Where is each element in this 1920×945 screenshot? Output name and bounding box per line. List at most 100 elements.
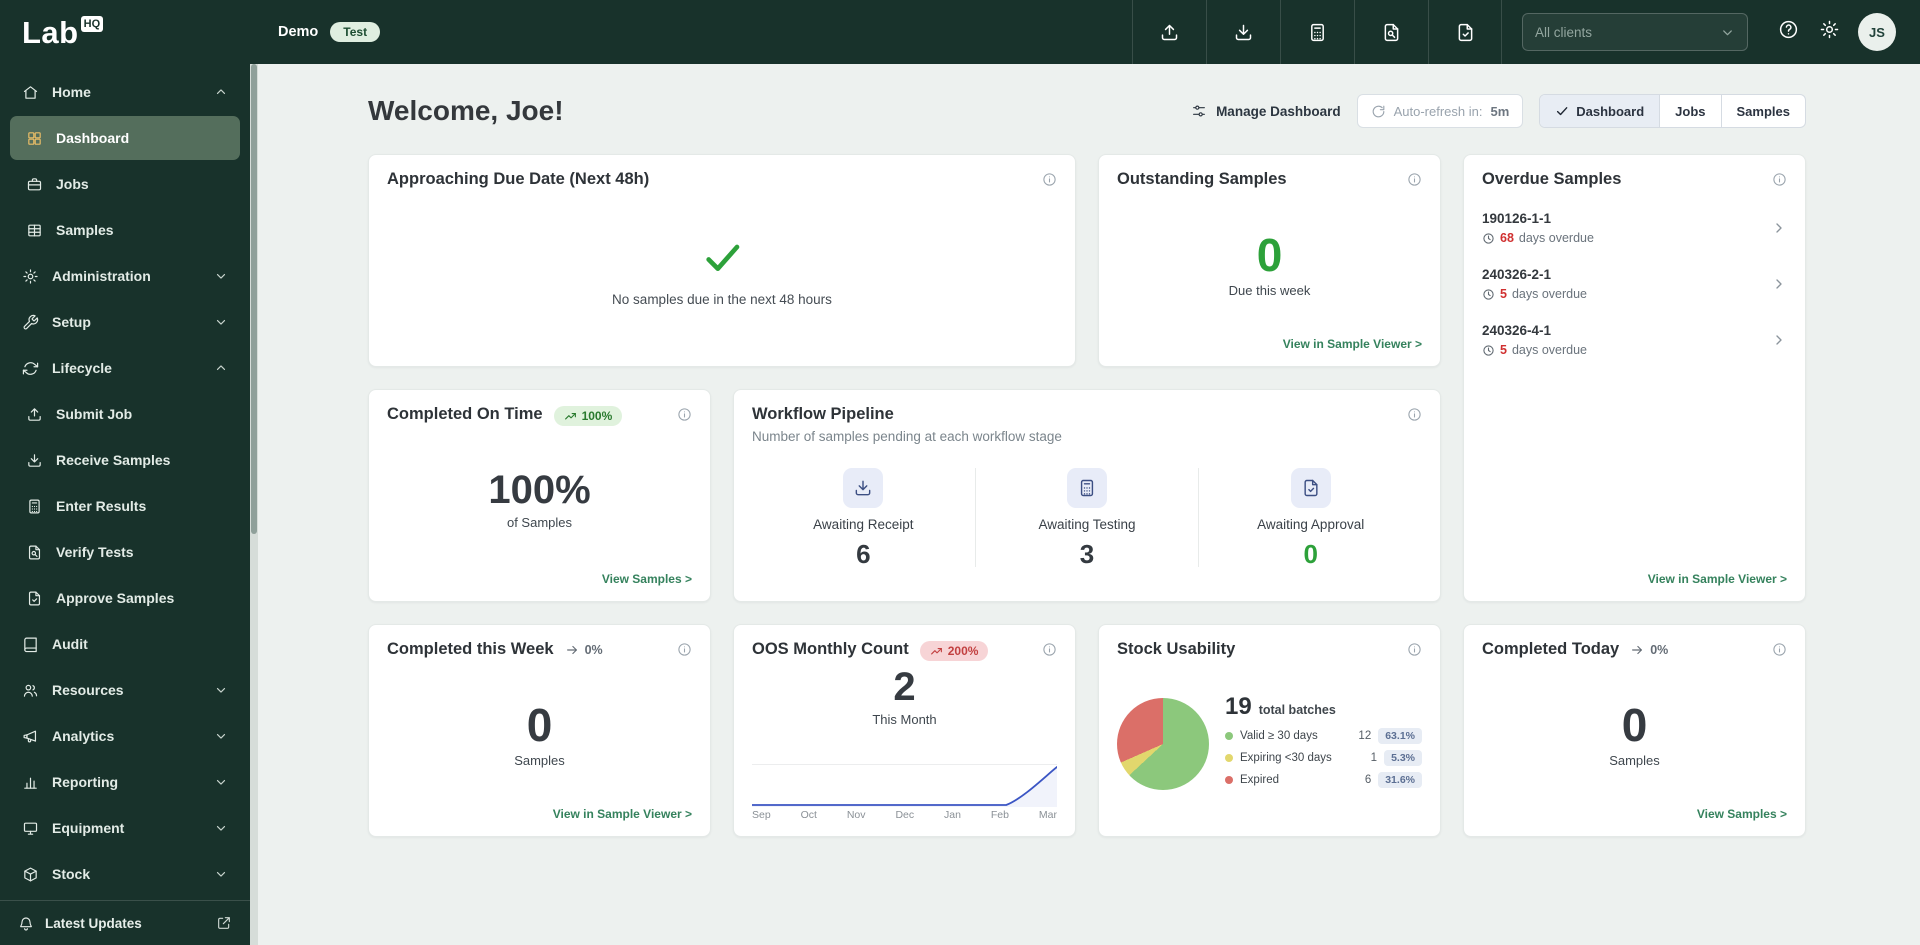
oos-line-chart: Sep Oct Nov Dec Jan Feb Mar: [752, 764, 1057, 821]
sidebar-item-stock[interactable]: Stock: [10, 852, 240, 896]
client-filter-select[interactable]: All clients: [1522, 13, 1748, 51]
sidebar-item-home[interactable]: Home: [10, 70, 240, 114]
info-icon[interactable]: [1407, 642, 1422, 662]
clock-icon: [1482, 344, 1495, 357]
info-icon[interactable]: [1772, 642, 1787, 662]
tab-dashboard[interactable]: Dashboard: [1540, 95, 1660, 127]
sidebar-item-administration[interactable]: Administration: [10, 254, 240, 298]
sidebar-item-label: Jobs: [56, 176, 89, 192]
sidebar-item-audit[interactable]: Audit: [10, 622, 240, 666]
scrollbar-thumb[interactable]: [251, 64, 257, 534]
sidebar-item-analytics[interactable]: Analytics: [10, 714, 240, 758]
dashboard-icon: [26, 130, 43, 147]
chevron-down-icon: [214, 269, 228, 283]
overdue-sample-row[interactable]: 190126-1-1 68 days overdue: [1482, 200, 1787, 256]
sidebar-item-latest-updates[interactable]: Latest Updates: [0, 900, 250, 945]
card-completed-on-time: Completed On Time 100% 100% of Samples V…: [368, 389, 711, 602]
sidebar-item-resources[interactable]: Resources: [10, 668, 240, 712]
receive-samples-icon: [1233, 22, 1254, 43]
info-icon[interactable]: [1042, 642, 1057, 662]
legend-color-dot: [1225, 754, 1233, 762]
sidebar-item-setup[interactable]: Setup: [10, 300, 240, 344]
sidebar-item-approve-samples[interactable]: Approve Samples: [10, 576, 240, 620]
sidebar-item-label: Samples: [56, 222, 114, 238]
sidebar-item-verify-tests[interactable]: Verify Tests: [10, 530, 240, 574]
help-icon[interactable]: [1778, 19, 1799, 45]
sidebar-item-label: Receive Samples: [56, 452, 171, 468]
sidebar-item-label: Verify Tests: [56, 544, 134, 560]
auto-refresh-control[interactable]: Auto-refresh in: 5m: [1356, 94, 1524, 128]
settings-gear-icon[interactable]: [1819, 19, 1840, 45]
tab-jobs[interactable]: Jobs: [1659, 95, 1720, 127]
info-icon[interactable]: [1042, 172, 1057, 192]
view-samples-link[interactable]: View Samples >: [602, 572, 692, 586]
manage-dashboard-button[interactable]: Manage Dashboard: [1191, 103, 1341, 119]
info-icon[interactable]: [677, 407, 692, 427]
jobs-icon: [26, 176, 43, 193]
chevron-down-icon: [214, 775, 228, 789]
chevron-down-icon: [214, 683, 228, 697]
view-in-sample-viewer-link[interactable]: View in Sample Viewer >: [553, 807, 692, 821]
tab-label: Jobs: [1675, 103, 1706, 119]
view-in-sample-viewer-link[interactable]: View in Sample Viewer >: [1648, 572, 1787, 586]
overdue-days-label: days overdue: [1518, 231, 1594, 245]
card-oos-monthly-count: OOS Monthly Count 200% 2 This Month Sep …: [733, 624, 1076, 837]
x-tick-label: Nov: [846, 809, 866, 821]
overdue-sample-row[interactable]: 240326-2-1 5 days overdue: [1482, 256, 1787, 312]
card-title: Completed Today: [1482, 640, 1620, 658]
avatar[interactable]: JS: [1858, 13, 1896, 51]
legend-pct-badge: 5.3%: [1384, 750, 1422, 766]
stock-legend: Valid ≥ 30 days 12 63.1% Expiring <30 days 1…: [1225, 728, 1422, 788]
sidebar-item-dashboard[interactable]: Dashboard: [10, 116, 240, 160]
receive-samples-button[interactable]: [1206, 0, 1280, 64]
sidebar-nav: Home Dashboard Jobs Samples Administration Se…: [0, 64, 250, 900]
sidebar-item-equipment[interactable]: Equipment: [10, 806, 240, 850]
approve-samples-button[interactable]: [1428, 0, 1502, 64]
pipeline-stage: Awaiting Approval 0: [1198, 467, 1422, 567]
logo[interactable]: Lab HQ: [0, 0, 250, 64]
card-overdue-samples: Overdue Samples 190126-1-1 68 days overdue…: [1463, 154, 1806, 602]
tab-samples[interactable]: Samples: [1720, 95, 1805, 127]
overdue-sample-row[interactable]: 240326-4-1 5 days overdue: [1482, 312, 1787, 368]
sidebar-item-label: Audit: [52, 636, 88, 652]
dashboard-grid: Approaching Due Date (Next 48h) No sampl…: [368, 154, 1806, 837]
info-icon[interactable]: [1407, 407, 1422, 427]
badge-value: 0%: [1650, 643, 1669, 657]
sidebar-item-samples[interactable]: Samples: [10, 208, 240, 252]
overdue-days: 5: [1500, 287, 1507, 301]
sidebar-item-submit-job[interactable]: Submit Job: [10, 392, 240, 436]
approve-samples-icon: [1290, 467, 1331, 508]
sidebar-item-enter-results[interactable]: Enter Results: [10, 484, 240, 528]
card-title: Completed this Week: [387, 640, 554, 658]
view-in-sample-viewer-link[interactable]: View in Sample Viewer >: [1283, 337, 1422, 351]
resources-icon: [22, 682, 39, 699]
latest-updates-label: Latest Updates: [45, 915, 142, 931]
view-samples-link[interactable]: View Samples >: [1697, 807, 1787, 821]
view-tabs: Dashboard Jobs Samples: [1539, 94, 1806, 128]
outstanding-subtitle: Due this week: [1228, 283, 1311, 299]
sidebar-item-receive-samples[interactable]: Receive Samples: [10, 438, 240, 482]
tab-label: Dashboard: [1576, 103, 1645, 119]
legend-color-dot: [1225, 776, 1233, 784]
sidebar-item-reporting[interactable]: Reporting: [10, 760, 240, 804]
verify-tests-button[interactable]: [1354, 0, 1428, 64]
setup-icon: [22, 314, 39, 331]
environment-name: Demo: [278, 24, 319, 40]
overdue-days-label: days overdue: [1511, 343, 1588, 357]
sidebar-item-label: Reporting: [52, 774, 119, 790]
sidebar-item-jobs[interactable]: Jobs: [10, 162, 240, 206]
sidebar-item-lifecycle[interactable]: Lifecycle: [10, 346, 240, 390]
workflow-stages: Awaiting Receipt 6 Awaiting Testing 3 Awaiti…: [752, 448, 1422, 586]
verify-tests-icon: [26, 544, 43, 561]
overdue-days: 68: [1500, 231, 1514, 245]
info-icon[interactable]: [677, 642, 692, 662]
card-title: Workflow Pipeline: [752, 405, 894, 423]
enter-results-button[interactable]: [1280, 0, 1354, 64]
info-icon[interactable]: [1772, 172, 1787, 192]
sidebar-scrollbar[interactable]: [250, 64, 258, 945]
reporting-icon: [22, 774, 39, 791]
auto-refresh-value: 5m: [1490, 103, 1510, 119]
info-icon[interactable]: [1407, 172, 1422, 192]
x-tick-label: Mar: [1038, 809, 1057, 821]
submit-job-button[interactable]: [1132, 0, 1206, 64]
